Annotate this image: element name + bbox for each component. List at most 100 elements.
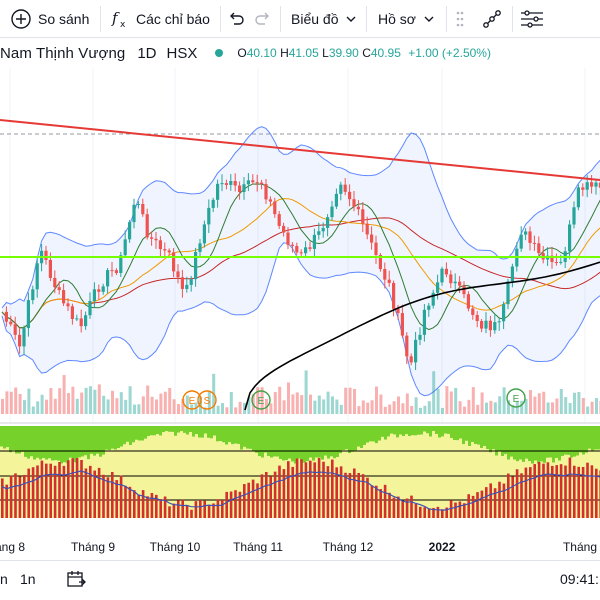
oscillator-band-green: [501, 426, 504, 457]
indicators-button[interactable]: fx Các chỉ báo: [110, 4, 210, 34]
range-button[interactable]: n: [0, 571, 8, 587]
candle-body: [4, 311, 8, 322]
candle-body: [268, 199, 272, 202]
oscillator-band-green: [36, 426, 39, 458]
oscillator-band-green: [18, 426, 21, 454]
oscillator-band-green: [465, 426, 468, 441]
candle-body: [53, 277, 57, 288]
candle-body: [255, 182, 259, 184]
oscillator-band-green: [135, 426, 138, 440]
volume-bar: [287, 382, 290, 414]
oscillator-band-yellow: [423, 431, 426, 518]
oscillator-band-green: [426, 426, 429, 434]
oscillator-band-green: [417, 426, 420, 435]
candle-body: [444, 268, 448, 275]
symbol-name[interactable]: Nam Thịnh Vượng: [0, 45, 125, 62]
volume-bar: [282, 400, 286, 414]
volume-bar: [75, 398, 79, 414]
volume-bar: [520, 400, 524, 414]
compare-button[interactable]: So sánh: [10, 4, 89, 34]
drag-handle[interactable]: [455, 4, 465, 34]
candle-body: [524, 231, 528, 235]
oscillator-bar: [221, 500, 224, 518]
undo-button[interactable]: [227, 4, 245, 34]
volume-bar: [590, 401, 594, 414]
oscillator-band-green: [120, 426, 123, 447]
volume-bar: [449, 391, 453, 414]
oscillator-band-green: [54, 426, 57, 461]
candle-body: [365, 223, 369, 235]
candle-body: [277, 214, 281, 226]
candle-body: [330, 206, 334, 218]
oscillator-band-green: [201, 426, 204, 438]
candle-body: [62, 290, 66, 304]
candle-body: [106, 270, 110, 287]
oscillator-band-green: [441, 426, 444, 437]
volume-bar: [14, 387, 18, 414]
profile-button[interactable]: Hồ sơ: [378, 4, 434, 34]
chart-type-button[interactable]: Biểu đồ: [291, 4, 356, 34]
candle-body: [238, 185, 242, 193]
oscillator-bar: [137, 494, 140, 518]
date-range-button[interactable]: [66, 569, 86, 592]
volume-bar: [300, 395, 304, 414]
candle-body: [304, 247, 308, 254]
close-label: C: [362, 46, 371, 60]
oscillator-bar: [533, 464, 536, 518]
oscillator-bar: [225, 491, 228, 518]
time-axis[interactable]: áng 8 Tháng 9 Tháng 10 Tháng 11 Tháng 12…: [0, 532, 600, 560]
candle-body: [141, 203, 145, 215]
candle-body: [136, 203, 140, 205]
oscillator-bar: [146, 496, 149, 518]
ohlc-values: O40.10 H41.05 L39.90 C40.95 +1.00 (+2.50…: [237, 46, 491, 60]
oscillator-band-green: [219, 426, 222, 442]
candle-body: [31, 289, 35, 301]
candle-body: [387, 279, 391, 283]
oscillator-band-green: [393, 426, 396, 435]
oscillator-band-green: [198, 426, 201, 438]
oscillator-band-green: [144, 426, 147, 439]
oscillator-band-green: [9, 426, 12, 453]
toolbar-divider: [366, 6, 367, 32]
oscillator-bar: [243, 484, 246, 518]
candle-body: [128, 222, 132, 240]
volume-bar: [489, 400, 493, 414]
volume-bar: [542, 391, 546, 414]
clock-time[interactable]: 09:41:: [560, 571, 599, 587]
price-chart[interactable]: ESEE: [0, 68, 600, 532]
oscillator-bar: [353, 468, 356, 518]
oscillator-bar: [150, 493, 154, 518]
oscillator-bar: [331, 459, 334, 518]
candle-body: [427, 305, 431, 310]
volume-bar: [124, 399, 128, 414]
oscillator-bar: [568, 457, 572, 518]
candle-body: [145, 214, 149, 238]
oscillator-band-green: [498, 426, 501, 452]
oscillator-bar: [388, 492, 391, 518]
candle-body: [594, 182, 598, 187]
top-toolbar: So sánh fx Các chỉ báo Biểu đồ Hồ sơ: [0, 0, 600, 38]
oscillator-band-green: [291, 426, 294, 462]
candle-body: [449, 274, 453, 284]
trend-line-tool-button[interactable]: [480, 4, 504, 34]
candle-body: [343, 184, 347, 192]
oscillator-band-green: [573, 426, 576, 457]
oscillator-bar: [31, 467, 35, 518]
redo-button[interactable]: [254, 4, 272, 34]
volume-bar: [150, 396, 154, 414]
volume-bar: [344, 387, 348, 414]
volume-bar: [269, 403, 273, 414]
oscillator-band-green: [258, 426, 261, 457]
volume-bar: [141, 396, 145, 414]
oscillator-band-green: [180, 426, 183, 432]
candle-body: [84, 315, 88, 327]
candle-body: [35, 263, 39, 290]
oscillator-bar: [168, 506, 171, 518]
oscillator-band-green: [6, 426, 9, 448]
candle-body: [207, 207, 211, 225]
oscillator-band-green: [330, 426, 333, 457]
range-1m-button[interactable]: 1n: [20, 571, 36, 587]
symbol-timeframe[interactable]: 1D: [137, 45, 156, 62]
oscillator-bar: [287, 461, 290, 518]
settings-lines-button[interactable]: [519, 4, 545, 34]
